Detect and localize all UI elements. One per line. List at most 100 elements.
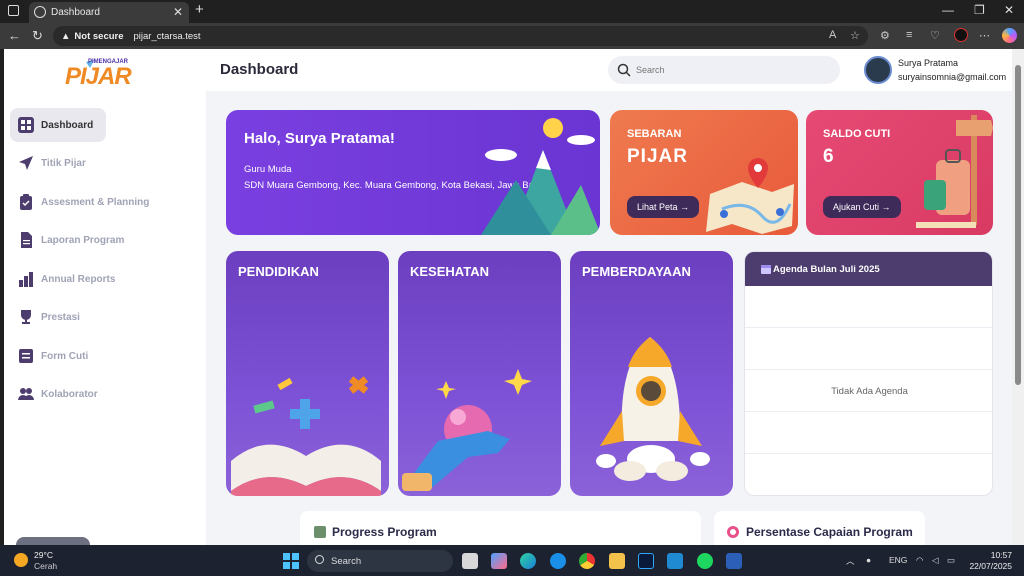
- lihat-peta-button[interactable]: Lihat Peta →: [627, 196, 700, 218]
- sidebar-item-kolaborator[interactable]: Kolaborator: [10, 377, 106, 411]
- clipboard-icon: [20, 194, 32, 210]
- windows-start-icon[interactable]: [283, 553, 299, 569]
- search-icon: [315, 555, 324, 564]
- ajukan-cuti-button[interactable]: Ajukan Cuti →: [823, 196, 901, 218]
- target-icon: [727, 526, 739, 538]
- bar-chart-icon: [19, 272, 33, 287]
- scrollbar[interactable]: [1012, 49, 1024, 545]
- welcome-card: Halo, Surya Pratama! Guru Muda SDN Muara…: [226, 110, 600, 235]
- document-icon: [21, 232, 32, 248]
- chrome-icon[interactable]: [579, 553, 595, 569]
- new-tab-button[interactable]: +: [195, 1, 204, 18]
- top-bar: Dashboard Search Surya Pratama suryainso…: [206, 49, 1012, 91]
- form-icon: [19, 349, 33, 363]
- search-icon: [617, 63, 631, 77]
- send-icon: [19, 156, 33, 170]
- read-aloud-icon[interactable]: A: [829, 29, 836, 41]
- volume-icon[interactable]: ◁: [932, 555, 939, 566]
- browser-tab[interactable]: Dashboard ✕: [29, 2, 189, 23]
- book-illustration: [231, 376, 381, 496]
- page-title: Dashboard: [220, 61, 299, 78]
- edge-dev-icon[interactable]: [550, 553, 566, 569]
- sidebar-item-prestasi[interactable]: Prestasi: [10, 300, 106, 334]
- map-illustration: [706, 158, 794, 234]
- program-card-kesehatan[interactable]: KESEHATAN: [398, 251, 561, 496]
- sebaran-card: SEBARAN PIJAR Lihat Peta →: [610, 110, 798, 235]
- sidebar-item-form-cuti[interactable]: Form Cuti: [10, 339, 106, 373]
- agenda-empty-state: Tidak Ada Agenda: [831, 386, 908, 397]
- saldo-cuti-card: SALDO CUTI 6 Ajukan Cuti →: [806, 110, 993, 235]
- chevron-up-icon[interactable]: ︿: [846, 555, 855, 567]
- washing-hands-illustration: [402, 369, 532, 491]
- progress-program-title: Progress Program: [332, 525, 437, 539]
- refresh-icon[interactable]: ↻: [32, 28, 43, 44]
- persentase-card: Persentase Capaian Program: [714, 511, 925, 545]
- saldo-title: SALDO CUTI: [823, 128, 891, 140]
- rocket-illustration: [596, 337, 710, 481]
- app-page: PIMENGAJAR PIJAR Dashboard Titik Pijar A…: [4, 49, 1012, 545]
- photoshop-icon[interactable]: [638, 553, 654, 569]
- agenda-header: Agenda Bulan Juli 2025: [745, 252, 992, 286]
- vscode-icon[interactable]: [667, 553, 683, 569]
- browser-essentials-icon[interactable]: ♡: [930, 29, 940, 42]
- calendar-icon: [761, 265, 771, 274]
- sidebar-item-assesment[interactable]: Assesment & Planning: [10, 185, 190, 219]
- address-bar-row: ← ↻ ▲ Not secure pijar_ctarsa.test A ☆ ⚙…: [0, 23, 1024, 49]
- minimize-icon[interactable]: —: [942, 3, 954, 17]
- copilot-app-icon[interactable]: [491, 553, 507, 569]
- sidebar-item-label: Laporan Program: [41, 234, 125, 246]
- extensions-icon[interactable]: ⚙: [880, 29, 890, 42]
- sidebar-item-label: Titik Pijar: [41, 157, 86, 169]
- sidebar-item-titik-pijar[interactable]: Titik Pijar: [10, 146, 106, 180]
- avatar[interactable]: [864, 56, 892, 84]
- more-icon[interactable]: ⋯: [979, 29, 990, 42]
- sidebar-item-label: Form Cuti: [41, 350, 89, 362]
- file-explorer-icon[interactable]: [609, 553, 625, 569]
- mountain-illustration: [481, 118, 600, 235]
- close-window-icon[interactable]: ✕: [1004, 3, 1014, 17]
- back-icon[interactable]: ←: [8, 28, 21, 43]
- sidebar-bottom-widget[interactable]: [16, 537, 90, 545]
- weather-icon[interactable]: [14, 553, 28, 567]
- wifi-icon[interactable]: ◠: [916, 555, 923, 566]
- sidebar-item-label: Prestasi: [41, 311, 80, 323]
- sebaran-title: SEBARAN: [627, 128, 682, 140]
- copilot-icon[interactable]: [1002, 28, 1017, 43]
- maximize-icon[interactable]: ❐: [974, 3, 985, 17]
- sidebar-item-annual-reports[interactable]: Annual Reports: [10, 262, 190, 296]
- profile-icon[interactable]: [954, 28, 968, 42]
- word-icon[interactable]: [726, 553, 742, 569]
- close-tab-icon[interactable]: ✕: [173, 5, 183, 19]
- tab-actions-icon[interactable]: [8, 5, 19, 16]
- sidebar: PIMENGAJAR PIJAR Dashboard Titik Pijar A…: [4, 49, 206, 545]
- clock-date[interactable]: 22/07/2025: [958, 561, 1012, 571]
- spotify-icon[interactable]: [697, 553, 713, 569]
- agenda-divider: [745, 327, 992, 328]
- program-card-pemberdayaan[interactable]: PEMBERDAYAAN: [570, 251, 733, 496]
- battery-icon[interactable]: ▭: [947, 555, 955, 566]
- scrollbar-thumb[interactable]: [1015, 65, 1021, 385]
- edge-icon[interactable]: [520, 553, 536, 569]
- url-text: pijar_ctarsa.test: [133, 30, 201, 42]
- sidebar-item-label: Dashboard: [41, 119, 94, 131]
- favorite-icon[interactable]: ☆: [850, 29, 860, 42]
- taskbar-search[interactable]: Search: [307, 550, 453, 572]
- url-input[interactable]: ▲ Not secure pijar_ctarsa.test: [53, 26, 868, 46]
- task-view-icon[interactable]: [462, 553, 478, 569]
- search-input[interactable]: Search: [608, 56, 840, 84]
- agenda-panel: Agenda Bulan Juli 2025 Tidak Ada Agenda: [744, 251, 993, 496]
- user-name: Surya Pratama: [898, 58, 959, 68]
- program-card-pendidikan[interactable]: PENDIDIKAN: [226, 251, 389, 496]
- temperature: 29°C: [34, 550, 53, 560]
- sidebar-item-dashboard[interactable]: Dashboard: [10, 108, 106, 142]
- user-email: suryainsomnia@gmail.com: [898, 72, 1007, 82]
- grid-icon: [18, 117, 34, 133]
- program-title: KESEHATAN: [410, 264, 489, 279]
- saldo-value: 6: [823, 146, 835, 167]
- sidebar-item-laporan[interactable]: Laporan Program: [10, 223, 190, 257]
- favorites-icon[interactable]: ≡: [906, 29, 912, 41]
- tray-app-icon[interactable]: ●: [866, 555, 871, 565]
- program-title: PENDIDIKAN: [238, 264, 319, 279]
- language-indicator[interactable]: ENG: [889, 555, 907, 565]
- clock-time[interactable]: 10:57: [970, 550, 1012, 560]
